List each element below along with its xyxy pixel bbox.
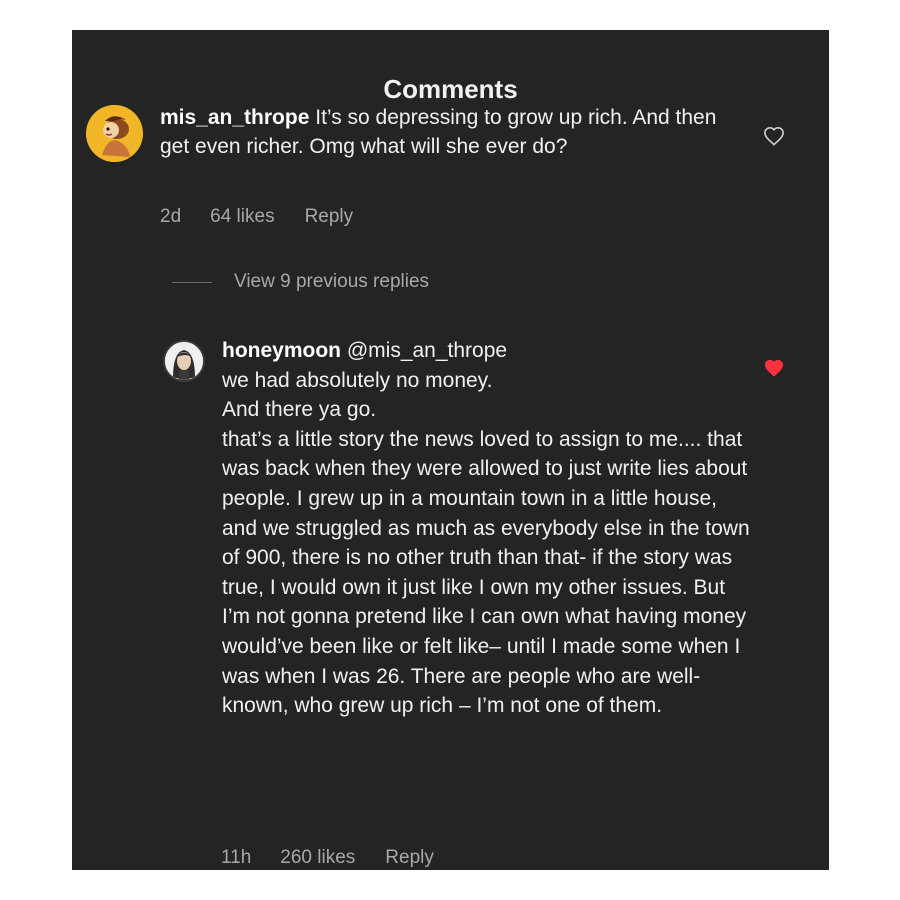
page-title: Comments	[383, 74, 518, 104]
view-previous-replies[interactable]: View 9 previous replies	[172, 271, 429, 293]
comments-panel: Comments mis_an_thrope It’s so depressin…	[72, 30, 829, 870]
reply-text: we had absolutely no money. And there ya…	[222, 368, 750, 718]
cartoon-avatar-icon	[86, 105, 143, 162]
reply-timestamp: 11h	[221, 847, 252, 868]
comment-body: mis_an_thrope It’s so depressing to grow…	[160, 103, 730, 161]
comment-username[interactable]: mis_an_thrope	[160, 106, 309, 129]
avatar[interactable]	[86, 105, 143, 162]
heart-filled-icon	[764, 359, 784, 377]
comment-meta: 2d 64 likes Reply	[160, 206, 353, 228]
reply-button[interactable]: Reply	[385, 847, 434, 869]
like-button[interactable]	[760, 354, 788, 382]
reply-likes-count[interactable]: 260 likes	[280, 847, 355, 869]
reply-mention[interactable]: @mis_an_thrope	[347, 339, 507, 362]
comment-timestamp: 2d	[160, 206, 182, 227]
like-button[interactable]	[760, 122, 788, 150]
reply-body: honeymoon @mis_an_thrope we had absolute…	[222, 336, 750, 721]
avatar[interactable]	[163, 340, 205, 382]
reply-meta: 11h 260 likes Reply	[221, 847, 434, 869]
comment-likes-count[interactable]: 64 likes	[210, 206, 274, 228]
profile-photo-avatar	[165, 342, 203, 380]
reply-username[interactable]: honeymoon	[222, 339, 341, 362]
heart-outline-icon	[764, 126, 784, 146]
view-replies-label[interactable]: View 9 previous replies	[234, 271, 429, 293]
thread-divider	[172, 281, 212, 283]
reply-button[interactable]: Reply	[305, 206, 354, 228]
